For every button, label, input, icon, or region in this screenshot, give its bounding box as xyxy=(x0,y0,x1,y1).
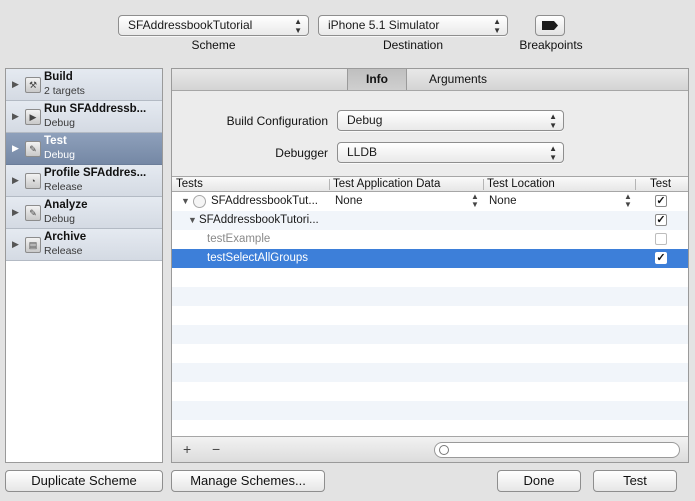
disclosure-triangle-icon[interactable]: ▶ xyxy=(12,175,19,186)
test-enabled-checkbox[interactable]: ✓ xyxy=(655,195,667,207)
disclosure-triangle-icon[interactable]: ▶ xyxy=(12,111,19,122)
table-row[interactable]: testExample xyxy=(172,230,688,249)
sidebar-item-profile[interactable]: ▶ ◔ Profile SFAddres... Release xyxy=(6,165,162,197)
disclosure-triangle-icon[interactable]: ▶ xyxy=(12,79,19,90)
tab-bar: Info Arguments xyxy=(172,69,688,91)
add-test-button[interactable]: + xyxy=(183,441,191,457)
test-button[interactable]: Test xyxy=(593,470,677,492)
sidebar-item-label: Build xyxy=(44,71,73,83)
play-icon: ▶ xyxy=(25,109,41,125)
gauge-icon: ◔ xyxy=(25,173,41,189)
sidebar-item-label: Archive xyxy=(44,231,87,243)
popup-arrows-icon[interactable]: ▲ ▼ xyxy=(624,193,632,209)
test-enabled-checkbox[interactable] xyxy=(655,233,667,245)
column-header-test[interactable]: Test xyxy=(646,177,686,192)
build-configuration-popup[interactable]: Debug ▲ ▼ xyxy=(337,110,564,131)
disclosure-triangle-icon[interactable]: ▼ xyxy=(188,211,197,230)
popup-arrows-icon: ▲ ▼ xyxy=(549,144,557,162)
sidebar-item-label: Test xyxy=(44,135,67,147)
column-header-app-data[interactable]: Test Application Data xyxy=(329,177,483,192)
wrench-icon: ✎ xyxy=(25,205,41,221)
scheme-value: SFAddressbookTutorial xyxy=(128,18,253,32)
test-enabled-checkbox[interactable]: ✓ xyxy=(655,252,667,264)
column-header-tests[interactable]: Tests xyxy=(172,177,329,192)
sidebar-item-label: Run SFAddressb... xyxy=(44,103,147,115)
test-name: SFAddressbookTutori... xyxy=(199,214,319,226)
tab-arguments[interactable]: Arguments xyxy=(408,69,508,90)
empty-row xyxy=(172,401,688,420)
empty-row xyxy=(172,287,688,306)
table-header: Tests Test Application Data Test Locatio… xyxy=(172,177,688,192)
test-name: SFAddressbookTut... xyxy=(211,195,318,207)
sidebar-item-analyze[interactable]: ▶ ✎ Analyze Debug xyxy=(6,197,162,229)
scheme-editor-panel: Info Arguments Build Configuration Debug… xyxy=(171,68,689,463)
table-row[interactable]: ▼ SFAddressbookTutori... ✓ xyxy=(172,211,688,230)
sidebar-item-archive[interactable]: ▶ ▤ Archive Release xyxy=(6,229,162,261)
tab-info[interactable]: Info xyxy=(347,69,407,90)
build-configuration-value: Debug xyxy=(347,113,383,127)
sidebar-item-label: Profile SFAddres... xyxy=(44,167,147,179)
empty-row xyxy=(172,363,688,382)
sidebar-item-label: Analyze xyxy=(44,199,88,211)
column-header-location[interactable]: Test Location xyxy=(483,177,635,192)
disclosure-triangle-icon[interactable]: ▶ xyxy=(12,143,19,154)
column-divider[interactable] xyxy=(635,179,636,190)
popup-arrows-icon: ▲ ▼ xyxy=(294,17,302,35)
build-configuration-label: Build Configuration xyxy=(226,114,328,128)
filter-icon xyxy=(439,445,449,455)
sidebar-item-sublabel: Debug xyxy=(44,213,75,225)
wrench-icon: ✎ xyxy=(25,141,41,157)
scheme-popup[interactable]: SFAddressbookTutorial ▲ ▼ xyxy=(118,15,309,36)
destination-caption: Destination xyxy=(382,38,444,52)
app-data-popup[interactable]: None xyxy=(335,192,363,211)
table-footer: + − xyxy=(172,436,688,462)
destination-popup[interactable]: iPhone 5.1 Simulator ▲ ▼ xyxy=(318,15,508,36)
sidebar-item-sublabel: Debug xyxy=(44,149,75,161)
hammer-icon: ⚒ xyxy=(25,77,41,93)
sidebar-item-test[interactable]: ▶ ✎ Test Debug xyxy=(6,133,162,165)
manage-schemes-button[interactable]: Manage Schemes... xyxy=(171,470,325,492)
test-enabled-checkbox[interactable]: ✓ xyxy=(655,214,667,226)
test-location-popup[interactable]: None xyxy=(489,192,517,211)
test-bundle-icon xyxy=(193,195,206,208)
popup-arrows-icon: ▲ ▼ xyxy=(549,112,557,130)
breakpoints-caption: Breakpoints xyxy=(519,38,583,52)
sidebar-item-build[interactable]: ▶ ⚒ Build 2 targets xyxy=(6,69,162,101)
duplicate-scheme-button[interactable]: Duplicate Scheme xyxy=(5,470,163,492)
debugger-label: Debugger xyxy=(275,146,328,160)
breakpoint-arrow-icon xyxy=(542,21,558,30)
sidebar-item-sublabel: Release xyxy=(44,181,83,193)
debugger-popup[interactable]: LLDB ▲ ▼ xyxy=(337,142,564,163)
disclosure-triangle-icon[interactable]: ▶ xyxy=(12,239,19,250)
table-row-selected[interactable]: testSelectAllGroups ✓ xyxy=(172,249,688,268)
test-name: testSelectAllGroups xyxy=(207,252,308,264)
scheme-caption: Scheme xyxy=(191,38,236,52)
disclosure-triangle-icon[interactable]: ▶ xyxy=(12,207,19,218)
remove-test-button[interactable]: − xyxy=(212,441,220,457)
sidebar-item-sublabel: 2 targets xyxy=(44,85,85,97)
empty-row xyxy=(172,325,688,344)
done-button[interactable]: Done xyxy=(497,470,581,492)
disclosure-triangle-icon[interactable]: ▼ xyxy=(181,192,190,211)
scheme-action-list: ▶ ⚒ Build 2 targets ▶ ▶ Run SFAddressb..… xyxy=(5,68,163,463)
popup-arrows-icon[interactable]: ▲ ▼ xyxy=(471,193,479,209)
tests-table: Tests Test Application Data Test Locatio… xyxy=(172,176,688,436)
breakpoints-button[interactable] xyxy=(535,15,565,36)
debugger-value: LLDB xyxy=(347,145,378,159)
sidebar-item-sublabel: Debug xyxy=(44,117,75,129)
filter-field[interactable] xyxy=(434,442,680,458)
table-row[interactable]: ▼ SFAddressbookTut... None ▲ ▼ None ▲ ▼ ✓ xyxy=(172,192,688,211)
sidebar-item-run[interactable]: ▶ ▶ Run SFAddressb... Debug xyxy=(6,101,162,133)
test-name: testExample xyxy=(207,233,271,245)
popup-arrows-icon: ▲ ▼ xyxy=(493,17,501,35)
destination-value: iPhone 5.1 Simulator xyxy=(328,18,440,32)
box-icon: ▤ xyxy=(25,237,41,253)
sidebar-item-sublabel: Release xyxy=(44,245,83,257)
